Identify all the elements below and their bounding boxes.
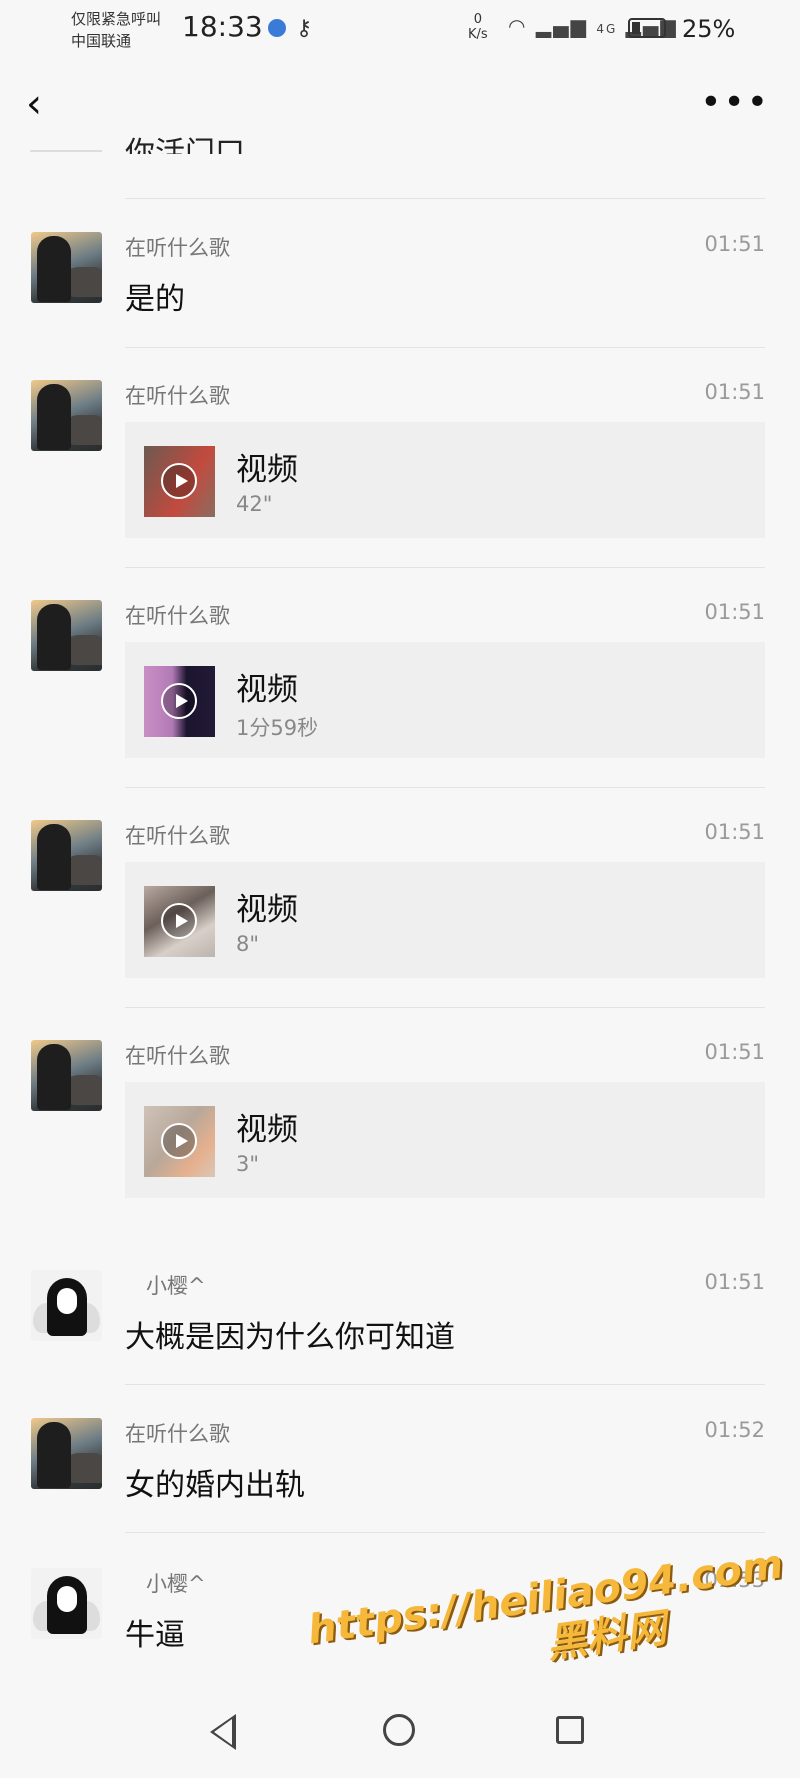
message-time: 01:51 bbox=[704, 232, 765, 256]
system-nav-bar bbox=[0, 1690, 800, 1778]
video-duration: 8" bbox=[236, 932, 260, 956]
video-duration: 3" bbox=[236, 1152, 260, 1176]
battery-percent: 25% bbox=[682, 15, 736, 43]
back-arrow-icon[interactable]: ‹ bbox=[26, 84, 56, 124]
signal-bars-icon: ▂▄▆ bbox=[535, 14, 588, 38]
carrier-line-1: 仅限紧急呼叫 bbox=[71, 10, 162, 28]
wifi-icon: ◠ bbox=[508, 14, 528, 38]
message-time: 01:52 bbox=[704, 1418, 765, 1442]
clipped-previous-message: 你活门口 bbox=[125, 136, 245, 154]
sender-name: 小樱^ bbox=[146, 1274, 206, 1298]
play-icon bbox=[161, 903, 197, 939]
video-thumbnail bbox=[144, 886, 215, 957]
nav-recent-apps-icon[interactable] bbox=[556, 1716, 584, 1744]
watermark: https://heiliao94.com 黑料网 bbox=[305, 1541, 793, 1701]
more-options-icon[interactable]: ••• bbox=[700, 82, 770, 123]
avatar[interactable] bbox=[31, 1418, 102, 1489]
sender-name: 小樱^ bbox=[146, 1572, 206, 1596]
battery-icon bbox=[628, 18, 666, 38]
divider bbox=[125, 1532, 765, 1533]
avatar[interactable] bbox=[31, 1040, 102, 1111]
video-card[interactable]: 视频 3" bbox=[125, 1082, 765, 1198]
divider bbox=[125, 1007, 765, 1008]
sender-name: 在听什么歌 bbox=[125, 604, 230, 628]
globe-icon bbox=[268, 19, 286, 37]
video-title: 视频 bbox=[236, 452, 298, 488]
clipped-avatar-edge bbox=[30, 150, 102, 152]
carrier-info: 仅限紧急呼叫 中国联通 bbox=[71, 8, 161, 52]
avatar[interactable] bbox=[31, 1270, 102, 1341]
avatar[interactable] bbox=[31, 232, 102, 303]
message-text: 是的 bbox=[125, 282, 185, 317]
nav-home-icon[interactable] bbox=[383, 1714, 415, 1746]
net-speed-value: 0 bbox=[473, 12, 482, 27]
video-title: 视频 bbox=[236, 672, 298, 708]
play-icon bbox=[161, 463, 197, 499]
message-time: 01:51 bbox=[704, 380, 765, 404]
divider bbox=[125, 198, 765, 199]
sender-name: 在听什么歌 bbox=[125, 384, 230, 408]
video-card[interactable]: 视频 8" bbox=[125, 862, 765, 978]
avatar[interactable] bbox=[31, 1568, 102, 1639]
video-card[interactable]: 视频 1分59秒 bbox=[125, 642, 765, 758]
status-time: 18:33 bbox=[182, 10, 263, 43]
sender-name: 在听什么歌 bbox=[125, 236, 230, 260]
message-time: 01:51 bbox=[704, 600, 765, 624]
status-bar: 仅限紧急呼叫 中国联通 18:33 ⚷ 0 K/s ◠ ▂▄▆ 4G ▂▄▆ 2… bbox=[0, 0, 800, 58]
divider bbox=[125, 567, 765, 568]
video-title: 视频 bbox=[236, 1112, 298, 1148]
message-text: 女的婚内出轨 bbox=[125, 1468, 305, 1503]
sender-name: 在听什么歌 bbox=[125, 824, 230, 848]
video-thumbnail bbox=[144, 446, 215, 517]
net-speed-unit: K/s bbox=[468, 27, 488, 42]
message-time: 01:51 bbox=[704, 820, 765, 844]
play-icon bbox=[161, 683, 197, 719]
network-type: 4G bbox=[596, 22, 618, 36]
carrier-line-2: 中国联通 bbox=[71, 32, 132, 50]
avatar[interactable] bbox=[31, 820, 102, 891]
message-text: 大概是因为什么你可知道 bbox=[125, 1320, 455, 1355]
message-time: 01:51 bbox=[704, 1270, 765, 1294]
key-icon: ⚷ bbox=[296, 16, 313, 41]
message-text: 牛逼 bbox=[125, 1618, 185, 1653]
avatar[interactable] bbox=[31, 600, 102, 671]
divider bbox=[125, 347, 765, 348]
divider bbox=[125, 787, 765, 788]
play-icon bbox=[161, 1123, 197, 1159]
avatar[interactable] bbox=[31, 380, 102, 451]
video-title: 视频 bbox=[236, 892, 298, 928]
nav-back-icon[interactable] bbox=[210, 1714, 236, 1750]
sender-name: 在听什么歌 bbox=[125, 1044, 230, 1068]
video-duration: 1分59秒 bbox=[236, 716, 319, 740]
divider bbox=[125, 1384, 765, 1385]
net-speed: 0 K/s bbox=[468, 12, 488, 42]
video-thumbnail bbox=[144, 1106, 215, 1177]
top-nav-bar: ‹ ••• bbox=[0, 58, 800, 148]
video-card[interactable]: 视频 42" bbox=[125, 422, 765, 538]
video-duration: 42" bbox=[236, 492, 273, 516]
message-time: 01:51 bbox=[704, 1040, 765, 1064]
video-thumbnail bbox=[144, 666, 215, 737]
sender-name: 在听什么歌 bbox=[125, 1422, 230, 1446]
